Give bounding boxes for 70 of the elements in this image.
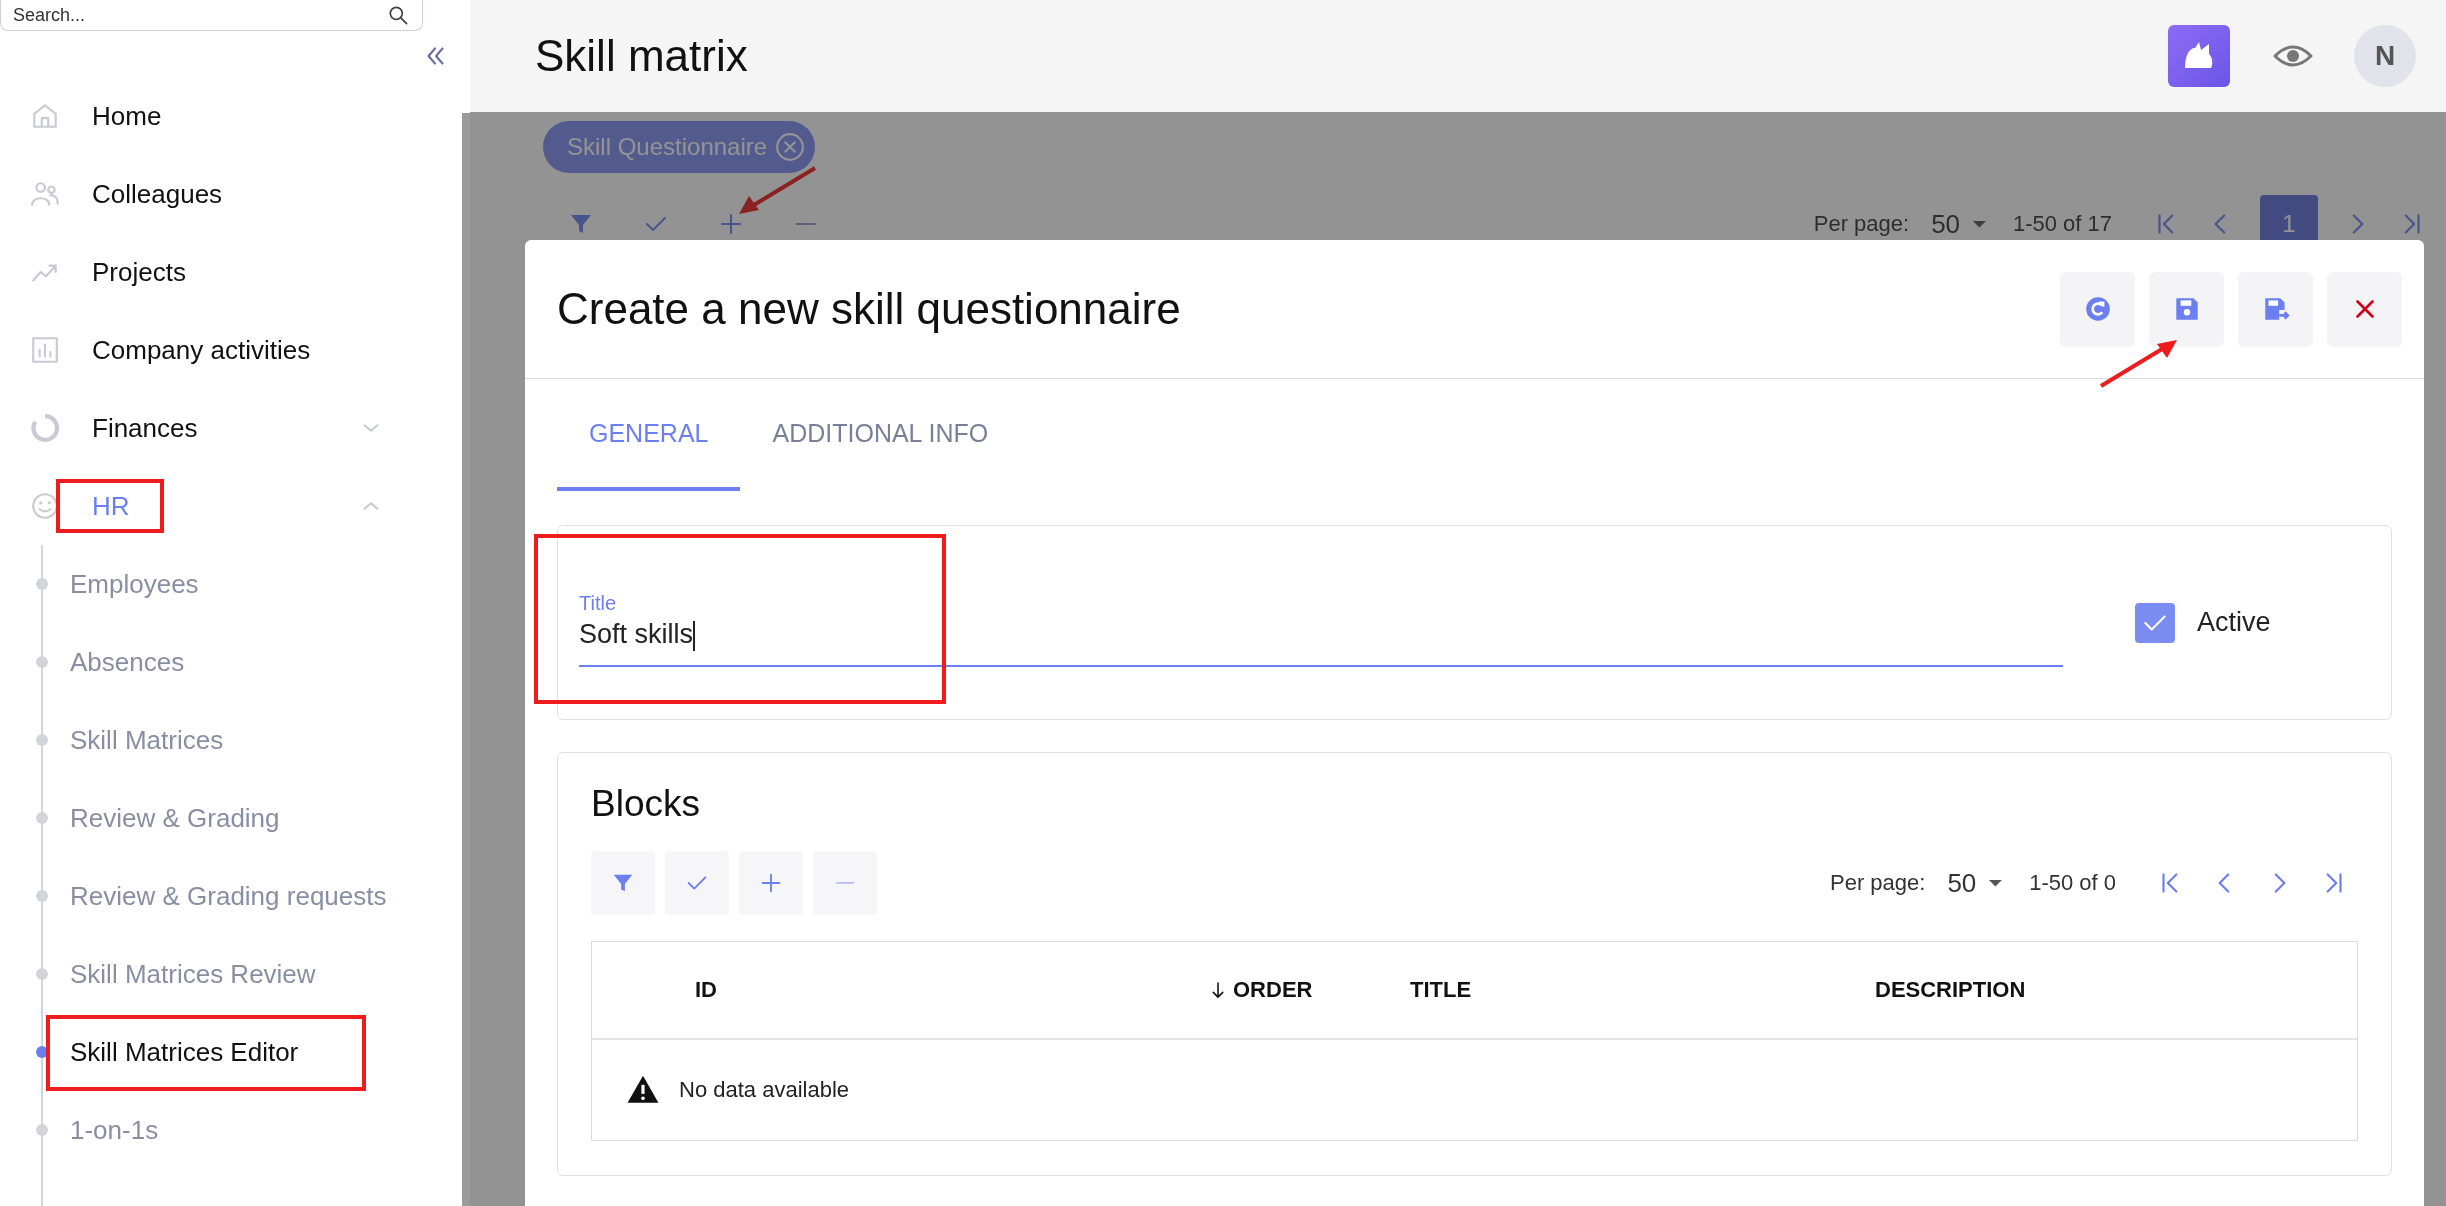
scrollbar[interactable] (462, 113, 470, 1206)
bullet-dot (36, 812, 48, 824)
range-label: 1-50 of 17 (2012, 211, 2112, 237)
per-page-label: Per page: (1813, 211, 1910, 237)
nav-item[interactable]: Projects (0, 233, 440, 311)
per-page-value: 50 (1931, 208, 1961, 240)
bullet-dot (36, 734, 48, 746)
save-button[interactable] (2149, 271, 2224, 347)
minus-icon (835, 881, 855, 885)
column-header[interactable]: TITLE (1410, 977, 1875, 1003)
nav-label: Colleagues (92, 178, 224, 210)
app-logo[interactable] (2168, 25, 2230, 87)
field-value: Soft skills (579, 619, 697, 651)
title-field[interactable]: Title Soft skills (579, 566, 2063, 667)
search-icon (386, 3, 410, 27)
per-page-select[interactable]: 50 (1947, 867, 2004, 899)
search-placeholder: Search... (13, 4, 86, 26)
field-label: Title (579, 592, 618, 616)
nav-label: Projects (92, 256, 187, 288)
tab[interactable]: ADDITIONAL INFO (740, 379, 1021, 491)
save-and-continue-button[interactable] (2238, 271, 2313, 347)
dialog-title: Create a new skill questionnaire (557, 284, 1182, 334)
home-icon (30, 101, 60, 131)
chart-icon (30, 335, 60, 365)
range-label: 1-50 of 0 (2029, 870, 2116, 896)
close-button[interactable] (2327, 271, 2402, 347)
minus-icon (795, 222, 816, 226)
nav-subitem[interactable]: Skill Matrices Editor (36, 1013, 400, 1091)
user-avatar[interactable]: N (2354, 25, 2416, 87)
nav-subitem[interactable]: 1-on-1s (36, 1091, 400, 1169)
nav-subitem[interactable]: Skill Matrices (36, 701, 400, 779)
remove-chip-icon (775, 132, 806, 162)
section-title: Blocks (591, 783, 701, 825)
per-page-value: 50 (1947, 867, 1977, 899)
active-checkbox[interactable] (2135, 602, 2175, 643)
nav-item[interactable]: Colleagues (0, 155, 440, 233)
column-header[interactable]: DESCRIPTION (1875, 977, 2357, 1003)
filter-button[interactable] (591, 851, 655, 915)
bullet-dot (36, 656, 48, 668)
nav-subitem[interactable]: Review & Grading (36, 779, 400, 857)
caret-icon (1988, 878, 2004, 888)
bullet-dot (36, 1124, 48, 1136)
nav-label: HR (92, 490, 131, 522)
nav-item[interactable]: Home (0, 77, 440, 155)
chip-label: Skill Questionnaire (567, 133, 768, 161)
checkbox-label: Active (2197, 607, 2271, 638)
refresh-button[interactable] (2060, 271, 2135, 347)
donut-icon (30, 413, 60, 443)
nav-subitem[interactable]: Absences (36, 623, 400, 701)
bullet-dot (36, 890, 48, 902)
per-page-label: Per page: (1830, 870, 1926, 896)
nav-item[interactable]: HR (0, 467, 440, 545)
nav-label: Company activities (92, 334, 312, 366)
search-field[interactable]: Search... (0, 0, 423, 31)
nav-label: Finances (92, 412, 199, 444)
per-page-select[interactable]: 50 (1931, 208, 1987, 240)
empty-message: No data available (679, 1077, 849, 1103)
nav-subitem[interactable]: Employees (36, 545, 400, 623)
page-title: Skill matrix (535, 31, 749, 81)
nav-item[interactable]: Finances (0, 389, 440, 467)
nav-label: Home (92, 100, 163, 132)
bullet-dot (36, 578, 48, 590)
caret-icon (1972, 219, 1987, 229)
bullet-dot (36, 968, 48, 980)
tab[interactable]: GENERAL (557, 379, 741, 491)
nav-item[interactable]: Company activities (0, 311, 440, 389)
nav-subitem[interactable]: Skill Matrices Review (36, 935, 400, 1013)
people-icon (30, 179, 60, 209)
nav-subitem[interactable]: Review & Grading requests (36, 857, 400, 935)
check-button[interactable] (665, 851, 729, 915)
